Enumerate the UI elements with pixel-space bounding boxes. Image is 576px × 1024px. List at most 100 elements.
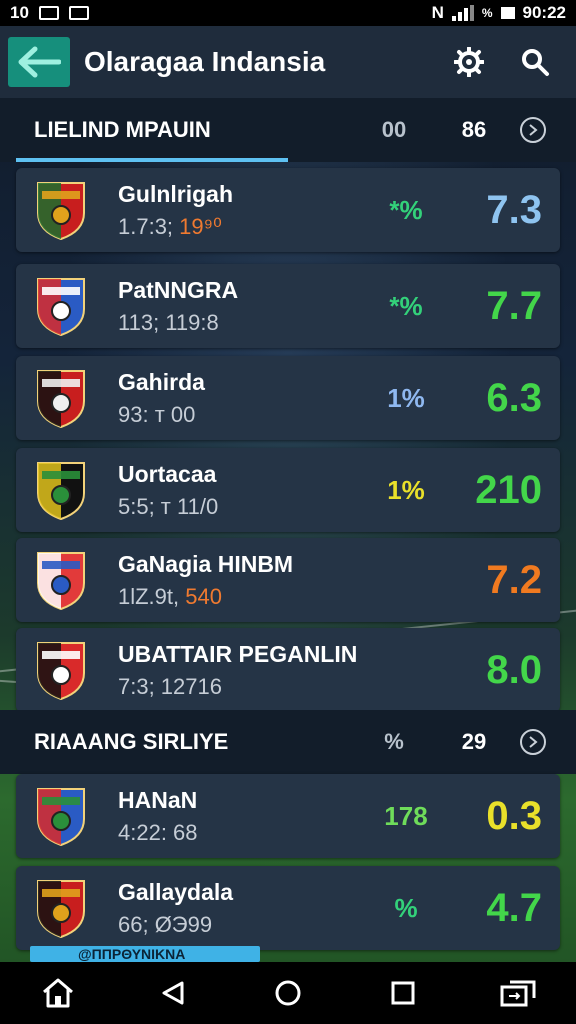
section-meta-2: 86 <box>461 117 487 142</box>
team-text: Uortacaa 5:5; т 11/0 <box>118 461 368 520</box>
team-score: 210 <box>475 467 542 512</box>
team-score: 7.7 <box>486 283 542 328</box>
image-notification-icon <box>38 6 59 20</box>
team-card[interactable]: Gahirda 93: т 00 1% 6.3 <box>16 356 560 440</box>
team-percent: *% <box>389 194 423 225</box>
section-meta-2: 29 <box>461 729 487 754</box>
back-button[interactable] <box>8 37 70 87</box>
section-info-button[interactable] <box>520 729 546 755</box>
team-score: 7.2 <box>486 557 542 602</box>
settings-button[interactable] <box>444 37 494 87</box>
battery-percent: % <box>481 6 493 20</box>
team-name: Gallaydala <box>118 878 234 905</box>
team-stat-value: 66; ØЭ99 <box>118 911 213 937</box>
section-title: RIAAANG SIRLIYE <box>34 729 229 754</box>
team-stat: 113; 119:8 <box>118 310 368 336</box>
team-stat: 7:3; 12716 <box>118 674 368 700</box>
team-score: 7.3 <box>486 187 542 232</box>
battery-icon <box>500 7 515 19</box>
gear-icon <box>454 47 484 77</box>
team-text: Gahirda 93: т 00 <box>118 369 368 428</box>
team-name: HANaN <box>118 786 198 813</box>
team-stat-value: 7:3; 12716 <box>118 673 222 699</box>
recents-icon <box>391 981 415 1005</box>
section-meta-1: 00 <box>381 117 407 142</box>
team-name: PatNNGRA <box>118 276 239 303</box>
team-name: Gulnlrigah <box>118 180 233 207</box>
chevron-right-icon <box>529 736 538 748</box>
team-crest-icon <box>37 182 85 241</box>
message-notification-icon <box>68 6 89 20</box>
team-card[interactable]: Gallaydala 66; ØЭ99% 4.7 <box>16 866 560 950</box>
status-time-left: 10 <box>10 3 29 22</box>
team-card[interactable]: GaNagia HINBM 1lZ.9t, 540 7.2 <box>16 538 560 622</box>
section-header-1: LIELIND MPAUIN 00 86 <box>0 98 576 162</box>
team-stat-highlight: 540 <box>185 583 222 609</box>
team-text: Gulnlrigah 1.7:3; 19⁹⁰ <box>118 181 368 240</box>
team-name: UBATTAIR PEGANLIN <box>118 640 358 667</box>
nav-recents-button[interactable] <box>381 971 425 1015</box>
team-text: GaNagia HINBM 1lZ.9t, 540 <box>118 551 368 610</box>
team-text: PatNNGRA 113; 119:8 <box>118 277 368 336</box>
section-info-button[interactable] <box>520 117 546 143</box>
nav-circle-home-button[interactable] <box>266 971 310 1015</box>
team-card[interactable]: HANaN 4:22: 68 178 0.3 <box>16 774 560 858</box>
switch-icon <box>500 980 536 1007</box>
team-crest-icon <box>37 278 85 337</box>
team-stat: 5:5; т 11/0 <box>118 494 368 520</box>
section-meta-1: % <box>384 729 404 754</box>
team-text: Gallaydala 66; ØЭ99 <box>118 879 368 938</box>
status-time-right: 90:22 <box>522 3 566 22</box>
chevron-right-icon <box>529 124 538 136</box>
section-title: LIELIND MPAUIN <box>34 117 211 142</box>
search-icon <box>522 49 549 76</box>
back-arrow-icon <box>18 46 61 78</box>
team-crest-icon <box>37 462 85 521</box>
team-stat-value: 93: т 00 <box>118 401 196 427</box>
team-stat: 93: т 00 <box>118 402 368 428</box>
team-stat-value: 1lZ.9t, <box>118 583 186 609</box>
app-title: Olaragaa Indansia <box>84 46 326 77</box>
team-stat-value: 5:5; т 11/0 <box>118 493 219 519</box>
app-bar: Olaragaa Indansia <box>0 26 576 98</box>
nav-back-button[interactable] <box>151 971 195 1015</box>
section-header-2: RIAAANG SIRLIYE % 29 <box>0 710 576 774</box>
team-score: 0.3 <box>486 793 542 838</box>
nav-switch-button[interactable] <box>496 971 540 1015</box>
team-percent: *% <box>389 290 423 321</box>
signal-icon <box>451 5 474 21</box>
team-stat: 1.7:3; 19⁹⁰ <box>118 214 368 240</box>
team-card[interactable]: Uortacaa 5:5; т 11/0 1% 210 <box>16 448 560 532</box>
team-percent: 1% <box>387 474 425 505</box>
team-percent: 178 <box>384 800 428 831</box>
team-crest-icon <box>37 370 85 429</box>
home-icon <box>42 978 73 1008</box>
team-card[interactable]: Gulnlrigah 1.7:3; 19⁹⁰ *% 7.3 <box>16 168 560 252</box>
team-stat-value: 4:22: 68 <box>118 819 198 845</box>
team-name: GaNagia HINBM <box>118 550 294 577</box>
status-bar: 10 N % 90:22 <box>0 0 576 26</box>
team-name: Gahirda <box>118 368 205 395</box>
team-score: 6.3 <box>486 375 542 420</box>
team-crest-icon <box>37 788 85 847</box>
back-icon <box>162 981 184 1005</box>
search-button[interactable] <box>510 37 560 87</box>
team-crest-icon <box>37 552 85 611</box>
circle-home-icon <box>275 980 301 1006</box>
team-name: Uortacaa <box>118 460 217 487</box>
team-stat-value: 1.7:3; <box>118 213 180 239</box>
team-score: 4.7 <box>486 885 542 930</box>
nav-home-button[interactable] <box>36 971 80 1015</box>
team-stat-value: 113; 119:8 <box>118 309 219 335</box>
team-card[interactable]: UBATTAIR PEGANLIN 7:3; 12716 8.0 <box>16 628 560 712</box>
team-percent: % <box>394 892 418 923</box>
active-tab-indicator <box>16 158 288 162</box>
team-stat: 66; ØЭ99 <box>118 912 368 938</box>
team-crest-icon <box>37 642 85 701</box>
team-text: HANaN 4:22: 68 <box>118 787 368 846</box>
team-text: UBATTAIR PEGANLIN 7:3; 12716 <box>118 641 368 700</box>
team-stat-highlight: 19⁹⁰ <box>179 213 222 239</box>
team-card[interactable]: PatNNGRA 113; 119:8 *% 7.7 <box>16 264 560 348</box>
bottom-banner[interactable]: @ΠΠΡΘΥΝΙΚΝΑ <box>30 946 260 962</box>
team-score: 8.0 <box>486 647 542 692</box>
